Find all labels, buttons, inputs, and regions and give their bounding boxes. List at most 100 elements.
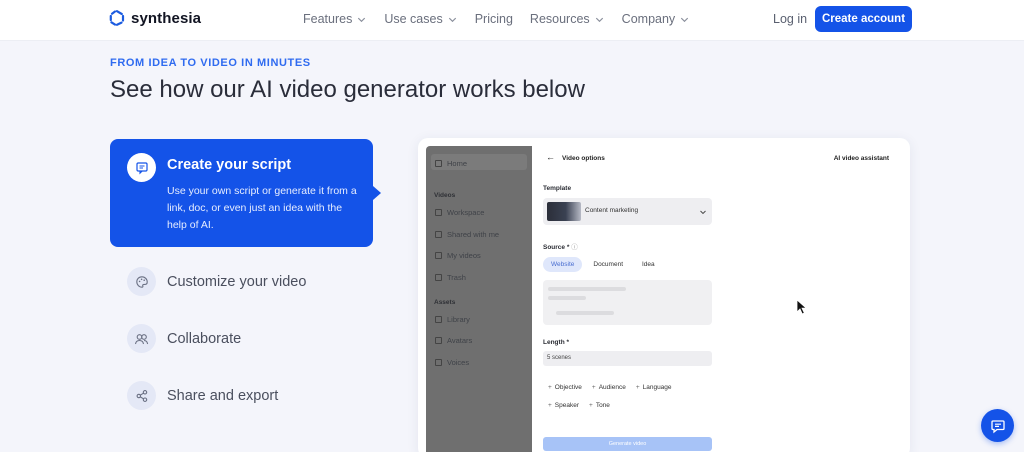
nav-item-use-cases[interactable]: Use cases bbox=[384, 12, 457, 26]
mockup-sidebar: Home Videos Workspace Shared with me My … bbox=[426, 146, 532, 452]
plus-icon: + bbox=[589, 402, 593, 409]
option-label: Objective bbox=[554, 384, 582, 391]
mockup-generate-button: Generate video bbox=[543, 437, 712, 451]
step-title: Collaborate bbox=[167, 330, 242, 347]
mockup-sidebar-label: Avatars bbox=[447, 336, 473, 345]
section-headline: See how our AI video generator works bel… bbox=[110, 76, 585, 103]
mouse-cursor-icon bbox=[796, 299, 808, 320]
mockup-tab-website: Website bbox=[543, 257, 583, 272]
palette-icon bbox=[127, 267, 156, 296]
script-icon bbox=[127, 153, 156, 182]
mockup-sidebar-item-shared: Shared with me bbox=[435, 230, 499, 239]
mockup-length-select: 5 scenes bbox=[543, 351, 712, 366]
shared-icon bbox=[435, 231, 442, 238]
mockup-options-row: + Speaker + Tone bbox=[548, 402, 610, 409]
voice-icon bbox=[435, 359, 442, 366]
mockup-tab-document: Document bbox=[593, 261, 623, 268]
step-title: Share and export bbox=[167, 387, 279, 404]
mockup-option-objective: + Objective bbox=[548, 384, 582, 391]
mockup-sidebar-item-my-videos: My videos bbox=[435, 251, 481, 260]
avatar-icon bbox=[435, 337, 442, 344]
step-collaborate[interactable]: Collaborate bbox=[127, 324, 241, 353]
arrow-left-icon: ← bbox=[546, 152, 555, 162]
template-value: Content marketing bbox=[585, 207, 639, 214]
brand-logo[interactable]: synthesia bbox=[108, 9, 201, 27]
nav-item-label: Company bbox=[621, 12, 676, 26]
chat-icon bbox=[990, 419, 1005, 433]
mockup-header-title: Video options bbox=[562, 155, 605, 162]
chevron-down-icon bbox=[358, 17, 366, 22]
step-title: Create your script bbox=[167, 157, 292, 173]
mockup-option-tone: + Tone bbox=[589, 402, 610, 409]
home-icon bbox=[435, 160, 442, 167]
mockup-source-label: Source * ⓘ bbox=[543, 241, 578, 251]
step-description: Use your own script or generate it from … bbox=[167, 185, 357, 231]
mockup-header: ← Video options AI video assistant bbox=[532, 146, 904, 168]
nav-item-label: Features bbox=[303, 12, 353, 26]
chevron-down-icon bbox=[595, 17, 603, 22]
info-icon: ⓘ bbox=[571, 244, 578, 251]
plus-icon: + bbox=[548, 384, 552, 391]
mockup-sidebar-label: Shared with me bbox=[447, 230, 500, 239]
mockup-sidebar-label: Library bbox=[447, 315, 470, 324]
step-share-export[interactable]: Share and export bbox=[127, 381, 278, 410]
trash-icon bbox=[435, 274, 442, 281]
chevron-down-icon bbox=[700, 210, 706, 215]
create-account-button[interactable]: Create account bbox=[815, 6, 912, 32]
mockup-sidebar-item-voices: Voices bbox=[435, 358, 469, 367]
mockup-sidebar-item-home: Home bbox=[435, 159, 467, 168]
mockup-sidebar-item-avatars: Avatars bbox=[435, 336, 472, 345]
product-demo-mockup: Home Videos Workspace Shared with me My … bbox=[418, 138, 910, 452]
mockup-length-label: Length * bbox=[543, 339, 569, 346]
chevron-down-icon bbox=[681, 17, 689, 22]
option-label: Speaker bbox=[554, 402, 580, 409]
option-label: Language bbox=[642, 384, 672, 391]
nav-item-company[interactable]: Company bbox=[622, 12, 691, 26]
section-eyebrow: FROM IDEA TO VIDEO IN MINUTES bbox=[110, 57, 311, 69]
length-value: 5 scenes bbox=[547, 355, 572, 361]
users-icon bbox=[127, 324, 156, 353]
brand-name: synthesia bbox=[131, 9, 202, 27]
source-label-text: Source * bbox=[543, 244, 570, 251]
nav-item-features[interactable]: Features bbox=[303, 12, 367, 26]
nav-menu: Features Use cases Pricing Resources Com… bbox=[303, 12, 690, 26]
mockup-sidebar-item-workspace: Workspace bbox=[435, 208, 484, 217]
chevron-down-icon bbox=[448, 17, 456, 22]
nav-item-label: Pricing bbox=[474, 12, 513, 26]
mockup-main-panel: ← Video options AI video assistant Templ… bbox=[532, 146, 904, 452]
plus-icon: + bbox=[591, 384, 596, 391]
mockup-sidebar-label: My videos bbox=[447, 251, 481, 260]
placeholder-line bbox=[548, 296, 586, 300]
mockup-sidebar-heading-assets: Assets bbox=[434, 299, 456, 306]
mockup-template-select: Content marketing bbox=[543, 198, 712, 225]
placeholder-line bbox=[548, 287, 626, 291]
synthesia-logo-icon bbox=[108, 9, 126, 27]
nav-item-pricing[interactable]: Pricing bbox=[475, 12, 513, 26]
top-navigation: synthesia Features Use cases Pricing Res… bbox=[0, 0, 1024, 41]
template-thumbnail bbox=[547, 202, 581, 221]
mockup-sidebar-label: Workspace bbox=[447, 208, 485, 217]
mockup-options-row: + Objective + Audience + Language bbox=[548, 384, 672, 391]
mockup-template-label: Template bbox=[543, 185, 572, 192]
mockup-sidebar-item-trash: Trash bbox=[435, 273, 466, 282]
login-link[interactable]: Log in bbox=[773, 12, 807, 26]
nav-item-label: Resources bbox=[529, 12, 590, 26]
step-title: Customize your video bbox=[167, 273, 307, 290]
mockup-source-input bbox=[543, 280, 712, 325]
chat-widget-button[interactable] bbox=[981, 409, 1014, 442]
step-customize-video[interactable]: Customize your video bbox=[127, 267, 306, 296]
mockup-sidebar-label: Trash bbox=[447, 273, 466, 282]
nav-item-label: Use cases bbox=[384, 12, 443, 26]
step-create-script[interactable]: Create your script Use your own script o… bbox=[110, 139, 381, 247]
library-icon bbox=[435, 316, 442, 323]
mockup-sidebar-label: Home bbox=[447, 159, 468, 168]
user-icon bbox=[435, 252, 442, 259]
mockup-sidebar-item-library: Library bbox=[435, 315, 470, 324]
mockup-option-language: + Language bbox=[636, 384, 672, 391]
nav-item-resources[interactable]: Resources bbox=[530, 12, 605, 26]
mockup-sidebar-heading-videos: Videos bbox=[434, 192, 456, 199]
mockup-assistant-title: AI video assistant bbox=[833, 155, 889, 162]
plus-icon: + bbox=[635, 384, 640, 391]
option-label: Tone bbox=[595, 402, 610, 409]
plus-icon: + bbox=[548, 402, 552, 409]
